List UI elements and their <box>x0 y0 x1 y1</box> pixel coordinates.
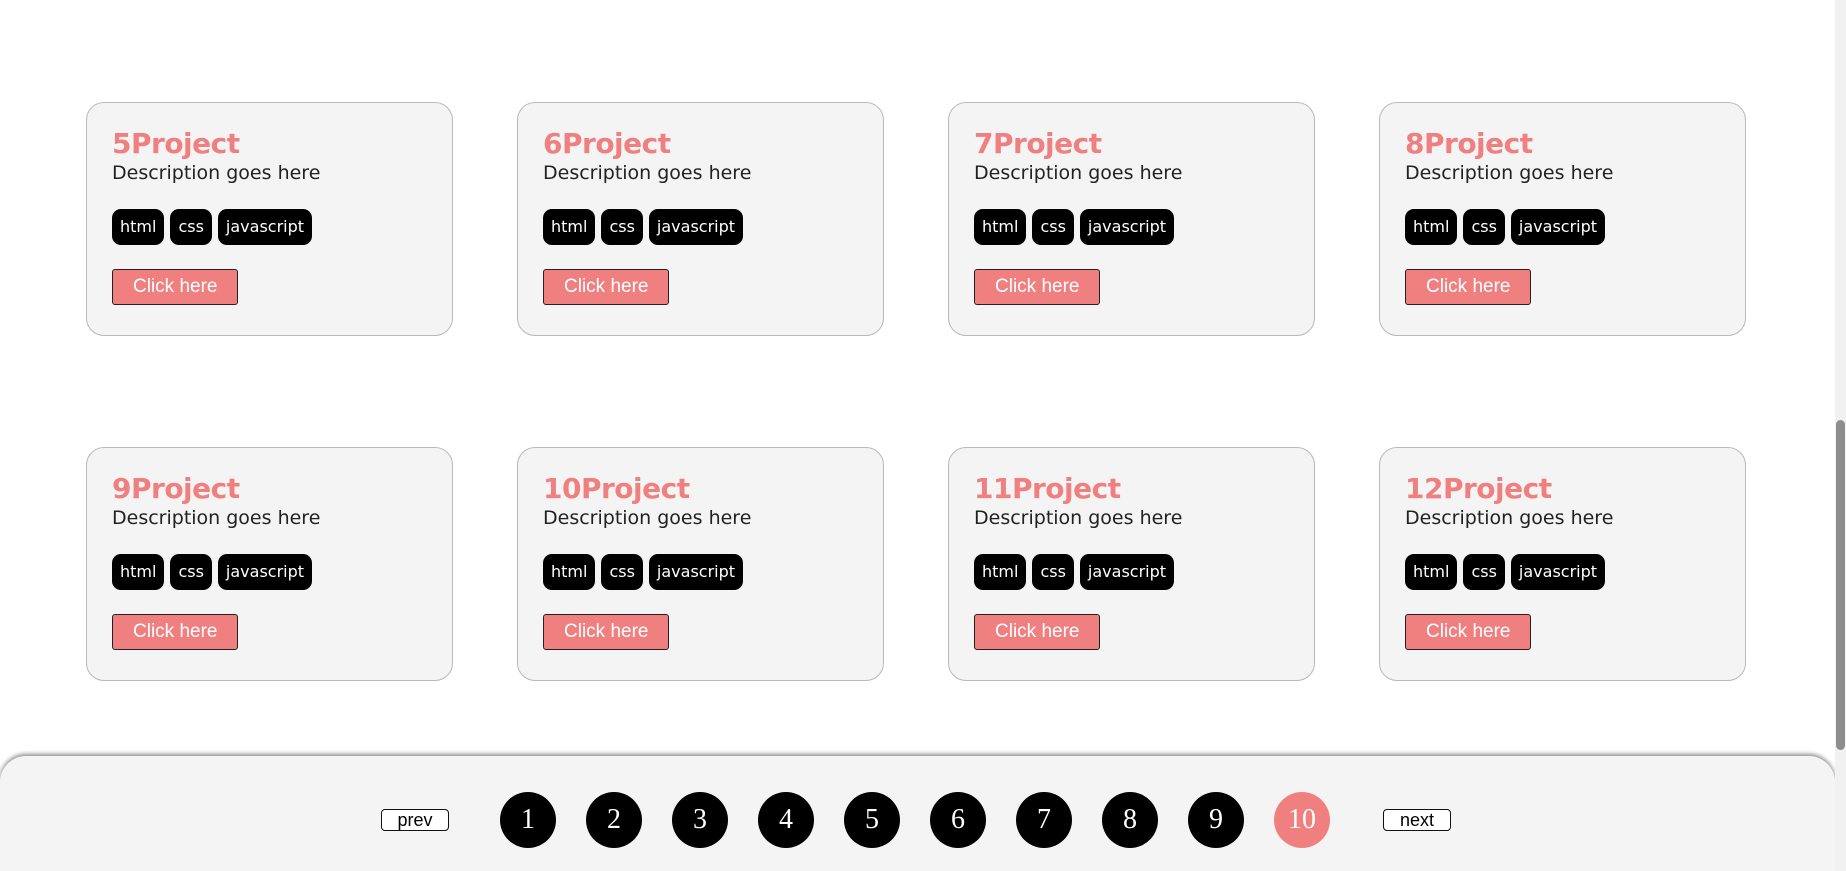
project-description: Description goes here <box>974 162 1183 184</box>
tag: html <box>1405 554 1458 590</box>
next-button[interactable]: next <box>1383 809 1451 831</box>
page-button-9[interactable]: 9 <box>1188 792 1244 848</box>
page-button-5[interactable]: 5 <box>844 792 900 848</box>
project-card: 8Project Description goes here html css … <box>1379 102 1746 336</box>
tag-list: html css javascript <box>1405 209 1721 245</box>
project-title: 9Project <box>112 472 240 505</box>
page-button-7[interactable]: 7 <box>1016 792 1072 848</box>
project-card: 10Project Description goes here html css… <box>517 447 884 681</box>
tag: javascript <box>217 554 313 590</box>
tag: css <box>1032 554 1074 590</box>
project-title: 10Project <box>543 472 690 505</box>
page-button-2[interactable]: 2 <box>586 792 642 848</box>
project-description: Description goes here <box>1405 162 1614 184</box>
project-title: 7Project <box>974 127 1102 160</box>
page-button-10-current[interactable]: 10 <box>1274 792 1330 848</box>
tag: javascript <box>1079 209 1175 245</box>
click-here-button[interactable]: Click here <box>1405 614 1532 650</box>
project-description: Description goes here <box>543 162 752 184</box>
tag: javascript <box>217 209 313 245</box>
project-card: 6Project Description goes here html css … <box>517 102 884 336</box>
project-description: Description goes here <box>112 507 321 529</box>
tag: html <box>974 554 1027 590</box>
tag-list: html css javascript <box>1405 554 1721 590</box>
tag: javascript <box>1079 554 1175 590</box>
page-button-1[interactable]: 1 <box>500 792 556 848</box>
project-card: 5Project Description goes here html css … <box>86 102 453 336</box>
page-button-3[interactable]: 3 <box>672 792 728 848</box>
tag: html <box>1405 209 1458 245</box>
project-title: 6Project <box>543 127 671 160</box>
project-description: Description goes here <box>112 162 321 184</box>
project-title: 5Project <box>112 127 240 160</box>
click-here-button[interactable]: Click here <box>112 614 239 650</box>
tag-list: html css javascript <box>974 209 1290 245</box>
vertical-scrollbar[interactable] <box>1835 0 1846 871</box>
page-number-list: 1 2 3 4 5 6 7 8 9 10 <box>500 792 1330 848</box>
scrollbar-thumb[interactable] <box>1836 420 1845 750</box>
click-here-button[interactable]: Click here <box>543 269 670 305</box>
tag-list: html css javascript <box>974 554 1290 590</box>
project-description: Description goes here <box>1405 507 1614 529</box>
project-title: 12Project <box>1405 472 1552 505</box>
page: 5Project Description goes here html css … <box>0 0 1846 871</box>
project-grid: 5Project Description goes here html css … <box>86 102 1746 681</box>
project-card: 9Project Description goes here html css … <box>86 447 453 681</box>
page-button-6[interactable]: 6 <box>930 792 986 848</box>
project-card: 11Project Description goes here html css… <box>948 447 1315 681</box>
pagination-bar: prev 1 2 3 4 5 6 7 8 9 10 next <box>0 756 1835 871</box>
click-here-button[interactable]: Click here <box>1405 269 1532 305</box>
tag-list: html css javascript <box>543 209 859 245</box>
tag: javascript <box>1510 554 1606 590</box>
tag: css <box>601 209 643 245</box>
project-description: Description goes here <box>543 507 752 529</box>
tag: css <box>170 554 212 590</box>
tag: html <box>112 209 165 245</box>
page-button-4[interactable]: 4 <box>758 792 814 848</box>
tag-list: html css javascript <box>543 554 859 590</box>
tag: javascript <box>648 554 744 590</box>
click-here-button[interactable]: Click here <box>543 614 670 650</box>
click-here-button[interactable]: Click here <box>974 269 1101 305</box>
page-button-8[interactable]: 8 <box>1102 792 1158 848</box>
prev-button[interactable]: prev <box>381 809 449 831</box>
tag: css <box>1032 209 1074 245</box>
project-title: 8Project <box>1405 127 1533 160</box>
tag: html <box>974 209 1027 245</box>
click-here-button[interactable]: Click here <box>974 614 1101 650</box>
tag: css <box>601 554 643 590</box>
tag: html <box>112 554 165 590</box>
tag-list: html css javascript <box>112 209 428 245</box>
tag-list: html css javascript <box>112 554 428 590</box>
project-card: 12Project Description goes here html css… <box>1379 447 1746 681</box>
tag: html <box>543 209 596 245</box>
tag: javascript <box>1510 209 1606 245</box>
project-card: 7Project Description goes here html css … <box>948 102 1315 336</box>
project-description: Description goes here <box>974 507 1183 529</box>
tag: javascript <box>648 209 744 245</box>
tag: css <box>1463 554 1505 590</box>
project-title: 11Project <box>974 472 1121 505</box>
tag: css <box>170 209 212 245</box>
click-here-button[interactable]: Click here <box>112 269 239 305</box>
tag: html <box>543 554 596 590</box>
tag: css <box>1463 209 1505 245</box>
